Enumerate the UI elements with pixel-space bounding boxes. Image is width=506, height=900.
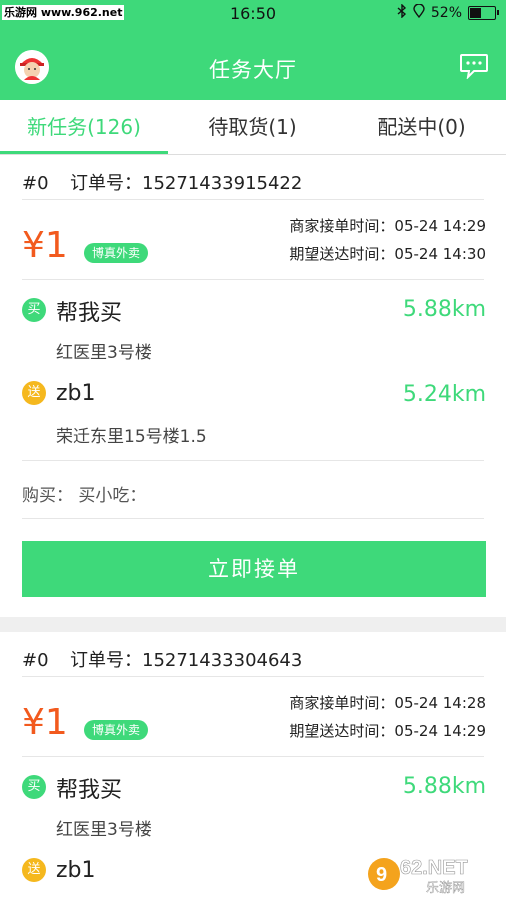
svg-text:62.NET: 62.NET [400,857,468,879]
buy-distance: 5.88km [402,774,486,799]
order-no-label: 订单号： [70,650,142,671]
merchant-time-label: 商家接单时间： [289,694,395,712]
svg-text:9: 9 [376,864,387,886]
svg-text:乐游网: 乐游网 [426,881,465,896]
order-no-label: 订单号： [70,173,142,194]
merchant-time-value: 05-24 14:28 [394,694,486,712]
order-index: #0 [22,173,49,194]
buy-icon: 买 [22,298,46,322]
buy-distance: 5.88km [402,297,486,322]
divider [22,460,484,461]
order-header: #0 订单号：15271433304643 [22,646,302,672]
send-icon: 送 [22,858,46,882]
merchant-time-value: 05-24 14:29 [394,217,486,235]
location-icon [413,3,425,22]
send-distance: 5.24km [402,382,486,407]
buy-address: 红医里3号楼 [56,820,152,840]
merchant-badge: 博真外卖 [84,243,149,263]
order-index: #0 [22,650,49,671]
divider [22,279,484,280]
order-price: ¥1 [22,702,68,743]
divider [22,756,484,757]
order-price: ¥1 [22,225,68,266]
expect-time-label: 期望送达时间： [289,722,395,740]
nav-bar: 任务大厅 [0,27,506,100]
buy-title: 帮我买 [56,301,123,326]
order-header: #0 订单号：15271433915422 [22,169,302,195]
accept-order-button[interactable]: 立即接单 [22,541,486,597]
send-address: 荣迁东里15号楼1.5 [56,427,207,447]
tab-delivering[interactable]: 配送中(0) [337,100,506,155]
user-avatar-icon[interactable] [15,50,49,84]
expected-delivery-time: 期望送达时间：05-24 14:29 [289,720,486,741]
tab-new-tasks[interactable]: 新任务(126) [0,100,168,155]
battery-icon [468,6,499,20]
order-number: 15271433915422 [142,173,303,194]
send-title: zb1 [56,858,96,883]
site-logo: 9 62.NET 乐游网 [366,850,502,896]
order-card: #0 订单号：15271433915422 ¥1 博真外卖 商家接单时间：05-2… [0,155,506,617]
expect-time-value: 05-24 14:30 [394,245,486,263]
order-number: 15271433304643 [142,650,303,671]
send-icon: 送 [22,381,46,405]
battery-percent: 52% [430,5,462,21]
buy-icon: 买 [22,775,46,799]
message-icon[interactable] [459,53,489,83]
tab-bar: 新任务(126) 待取货(1) 配送中(0) [0,100,506,155]
divider [22,676,484,677]
merchant-accept-time: 商家接单时间：05-24 14:28 [289,692,486,713]
merchant-accept-time: 商家接单时间：05-24 14:29 [289,215,486,236]
expect-time-label: 期望送达时间： [289,245,395,263]
expected-delivery-time: 期望送达时间：05-24 14:30 [289,243,486,264]
send-title: zb1 [56,381,96,406]
page-title: 任务大厅 [209,58,297,82]
tab-pending-pickup[interactable]: 待取货(1) [168,100,337,155]
divider [22,199,484,200]
merchant-badge: 博真外卖 [84,720,149,740]
divider [22,518,484,519]
status-bar: 乐游网 www.962.net 16:50 52% [0,0,506,27]
status-right: 52% [397,3,499,22]
expect-time-value: 05-24 14:29 [394,722,486,740]
purchase-note: 购买： 买小吃： [22,486,147,506]
buy-address: 红医里3号楼 [56,343,152,363]
bluetooth-icon [397,3,407,22]
buy-title: 帮我买 [56,778,123,803]
merchant-time-label: 商家接单时间： [289,217,395,235]
